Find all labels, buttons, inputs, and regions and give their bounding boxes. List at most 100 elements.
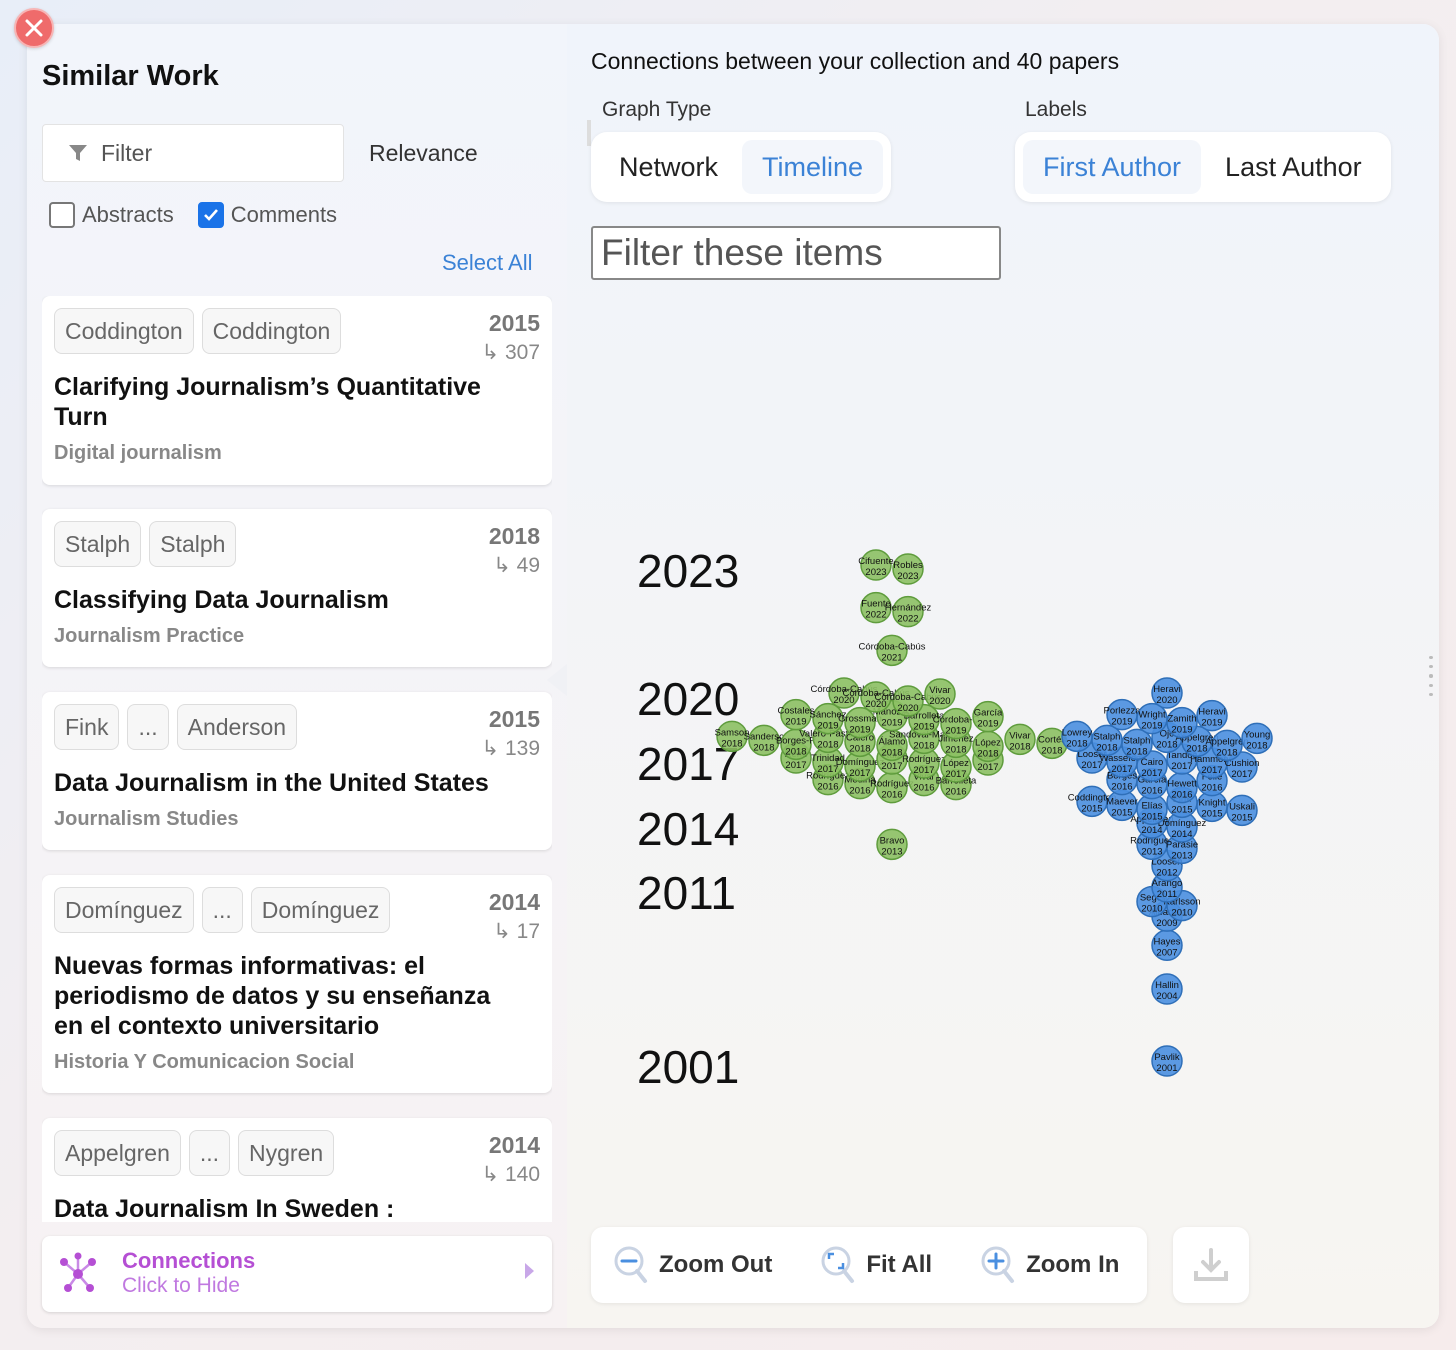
author-chip[interactable]: ...	[127, 704, 169, 750]
node-year-label: 2018	[721, 738, 742, 749]
node-author-label: Rodríguez	[902, 754, 946, 765]
comments-check-box[interactable]	[197, 202, 224, 228]
close-button[interactable]	[14, 8, 54, 48]
tab-last-author[interactable]: Last Author	[1205, 140, 1382, 194]
year-axis-label: 2011	[637, 867, 736, 919]
collection-cluster[interactable]: Bravo2013Rodríguez2016Medina2016Rodrígue…	[715, 549, 1068, 861]
abstracts-checkbox[interactable]: Abstracts	[49, 202, 174, 228]
node-year-label: 2018	[785, 746, 806, 757]
tab-network[interactable]: Network	[599, 140, 738, 194]
paper-card[interactable]: Coddington Coddington 2015 ↳ 307 Clarify…	[42, 296, 552, 485]
timeline-node[interactable]: Bravo2013	[876, 828, 908, 861]
author-chip[interactable]: Stalph	[149, 521, 237, 567]
timeline-node[interactable]: Young2018	[1241, 722, 1273, 755]
node-author-label: Vivar	[1009, 730, 1030, 741]
timeline-node[interactable]: Córdoba-Cabús2021	[858, 634, 926, 667]
zoom-out-button[interactable]: Zoom Out	[613, 1245, 772, 1285]
author-chip[interactable]: Fink	[54, 704, 120, 750]
node-year-label: 2018	[1096, 742, 1117, 753]
timeline-node[interactable]: Zamith2019	[1166, 706, 1198, 739]
author-chip[interactable]: Domínguez	[54, 887, 194, 933]
node-author-label: Young	[1244, 729, 1271, 740]
timeline-node[interactable]: Robles2023	[892, 553, 924, 585]
author-chip[interactable]: ...	[201, 887, 243, 933]
zoom-in-button[interactable]: Zoom In	[980, 1245, 1119, 1285]
timeline-node[interactable]: Uskali2015	[1226, 794, 1258, 827]
author-chip[interactable]: ...	[188, 1130, 231, 1176]
author-chip[interactable]: Anderson	[176, 704, 298, 750]
download-button[interactable]	[1173, 1227, 1249, 1303]
drag-handle[interactable]	[1429, 656, 1433, 697]
author-chip[interactable]: Nygren	[238, 1130, 335, 1176]
paper-card[interactable]: Stalph Stalph 2018 ↳ 49 Classifying Data…	[42, 509, 552, 667]
node-year-label: 2018	[1066, 738, 1087, 749]
timeline-node[interactable]: Stalph2018	[1091, 724, 1123, 757]
author-chip[interactable]: Domínguez	[250, 887, 391, 933]
timeline-node[interactable]: Cifuente2023	[858, 549, 894, 581]
checkmark-icon	[203, 209, 218, 221]
paper-title[interactable]: Data Journalism In Sweden :	[54, 1194, 524, 1222]
timeline-node[interactable]: Vivar2018	[1004, 723, 1036, 756]
timeline-node[interactable]: Heravi2019	[1196, 699, 1228, 732]
paper-title[interactable]: Clarifying Journalism’s Quantitative Tur…	[54, 372, 524, 432]
node-author-label: Porlezza	[1104, 706, 1142, 717]
tab-timeline[interactable]: Timeline	[742, 140, 884, 194]
node-year-label: 2018	[945, 744, 966, 755]
node-author-label: Córdoba-Cabús	[858, 641, 925, 652]
timeline-node[interactable]: Hallin2004	[1151, 973, 1183, 1005]
panel-title: Similar Work	[42, 60, 219, 92]
node-year-label: 2019	[817, 721, 838, 732]
filter-input[interactable]: Filter	[42, 124, 344, 182]
node-year-label: 2016	[817, 782, 838, 793]
timeline-node[interactable]: Pavlik2001	[1151, 1045, 1183, 1077]
timeline-node[interactable]: López2018	[972, 730, 1004, 763]
node-year-label: 2017	[881, 761, 902, 772]
paper-title[interactable]: Data Journalism in the United States	[54, 768, 524, 798]
paper-year: 2018	[488, 523, 540, 549]
citation-count: ↳ 17	[493, 920, 540, 943]
connections-toggle[interactable]: Connections Click to Hide	[42, 1236, 552, 1312]
select-all-link[interactable]: Select All	[442, 250, 533, 276]
node-year-label: 2013	[1141, 846, 1162, 857]
node-author-label: Elías	[1141, 800, 1162, 811]
node-author-label: Lowrey	[1062, 727, 1093, 738]
author-chip[interactable]: Stalph	[54, 521, 142, 567]
timeline-node[interactable]: Hernández2022	[885, 595, 932, 628]
comments-checkbox[interactable]: Comments	[197, 202, 337, 228]
tab-first-author[interactable]: First Author	[1023, 140, 1202, 194]
timeline-node[interactable]: Heravi2020	[1151, 677, 1183, 709]
abstracts-check-box[interactable]	[49, 202, 75, 228]
year-axis-label: 2014	[637, 803, 739, 855]
node-year-label: 2017	[945, 769, 966, 780]
node-year-label: 2019	[913, 722, 934, 733]
timeline-node[interactable]: Vivar2020	[924, 678, 956, 710]
resize-grip[interactable]	[587, 120, 591, 146]
timeline-node[interactable]: Hayes2007	[1151, 929, 1183, 962]
node-author-label: Hayes	[1154, 936, 1181, 947]
author-chip[interactable]: Coddington	[54, 308, 194, 354]
paper-card[interactable]: Domínguez ... Domínguez 2014 ↳ 17 Nuevas…	[42, 875, 552, 1093]
author-chip[interactable]: Appelgren	[54, 1130, 181, 1176]
paper-title[interactable]: Nuevas formas informativas: el periodism…	[54, 951, 524, 1041]
timeline-node[interactable]: Wright2019	[1136, 702, 1168, 735]
timeline-node[interactable]: Hewett2016	[1166, 771, 1198, 804]
sort-dropdown[interactable]: Relevance	[369, 140, 478, 167]
fit-all-button[interactable]: Fit All	[820, 1245, 932, 1285]
related-cluster[interactable]: Pavlik2001Hallin2004Hayes2007Albarran200…	[1061, 677, 1273, 1077]
author-chip[interactable]: Coddington	[201, 308, 342, 354]
timeline-node[interactable]: García2019	[972, 700, 1004, 733]
timeline-node[interactable]: Lowrey2018	[1061, 720, 1093, 753]
paper-card[interactable]: Appelgren ... Nygren 2014 ↳ 140 Data Jou…	[42, 1118, 552, 1222]
paper-title[interactable]: Classifying Data Journalism	[54, 585, 524, 615]
citation-count: ↳ 139	[481, 737, 540, 760]
paper-card[interactable]: Fink ... Anderson 2015 ↳ 139 Data Journa…	[42, 692, 552, 850]
panel-collapse-handle[interactable]	[547, 664, 567, 696]
filter-icon	[69, 145, 87, 161]
graph-filter-input[interactable]: Filter these items	[591, 226, 1001, 280]
node-year-label: 2017	[977, 762, 998, 773]
timeline-node[interactable]: Stalph2018	[1121, 728, 1153, 761]
timeline-graph[interactable]: 202320202017201420112001Bravo2013Rodrígu…	[567, 504, 1439, 1104]
labels-label: Labels	[1025, 98, 1087, 121]
node-year-label: 2012	[1156, 868, 1177, 879]
timeline-node[interactable]: Rodríguez2016	[870, 771, 914, 804]
